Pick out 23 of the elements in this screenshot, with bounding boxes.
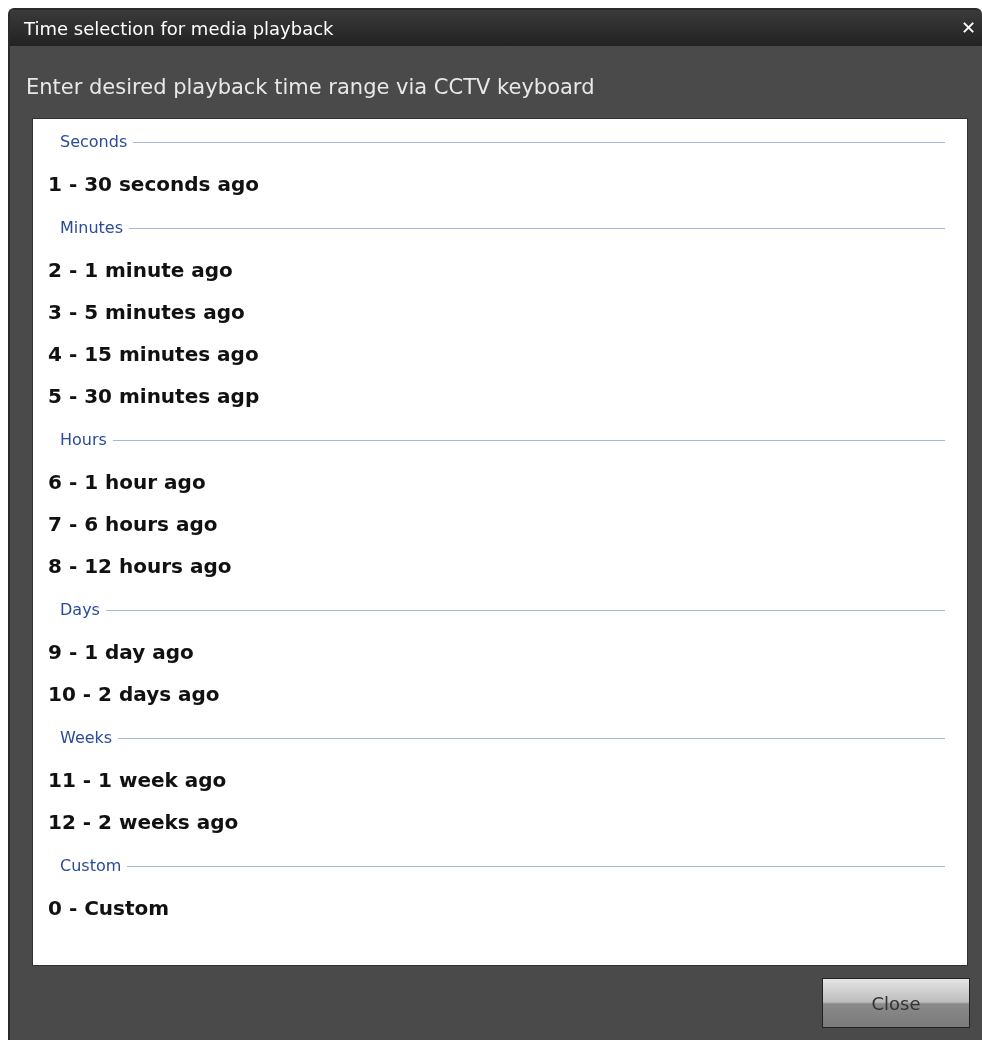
close-button[interactable]: Close [822, 978, 970, 1028]
time-option[interactable]: 12 - 2 weeks ago [48, 810, 239, 834]
section-heading: Custom [60, 855, 122, 875]
time-option[interactable]: 1 - 30 seconds ago [48, 172, 259, 196]
section-heading: Seconds [60, 131, 128, 151]
time-option[interactable]: 7 - 6 hours ago [48, 512, 218, 536]
time-option[interactable]: 9 - 1 day ago [48, 640, 194, 664]
time-option[interactable]: 6 - 1 hour ago [48, 470, 206, 494]
time-option[interactable]: 0 - Custom [48, 896, 170, 920]
window-title: Time selection for media playback [24, 17, 334, 39]
time-option[interactable]: 4 - 15 minutes ago [48, 342, 259, 366]
time-option[interactable]: 2 - 1 minute ago [48, 258, 233, 282]
time-option[interactable]: 11 - 1 week ago [48, 768, 227, 792]
time-option[interactable]: 10 - 2 days ago [48, 682, 220, 706]
section-heading: Days [60, 599, 100, 619]
time-option[interactable]: 5 - 30 minutes agp [48, 384, 260, 408]
instruction-text: Enter desired playback time range via CCTV keyboard [25, 74, 596, 98]
time-option[interactable]: 3 - 5 minutes ago [48, 300, 245, 324]
section-heading: Minutes [60, 217, 123, 237]
close-icon[interactable]: ✕ [960, 19, 976, 37]
section-heading: Hours [60, 429, 107, 449]
section-heading: Weeks [60, 727, 113, 747]
time-option[interactable]: 8 - 12 hours ago [48, 554, 232, 578]
